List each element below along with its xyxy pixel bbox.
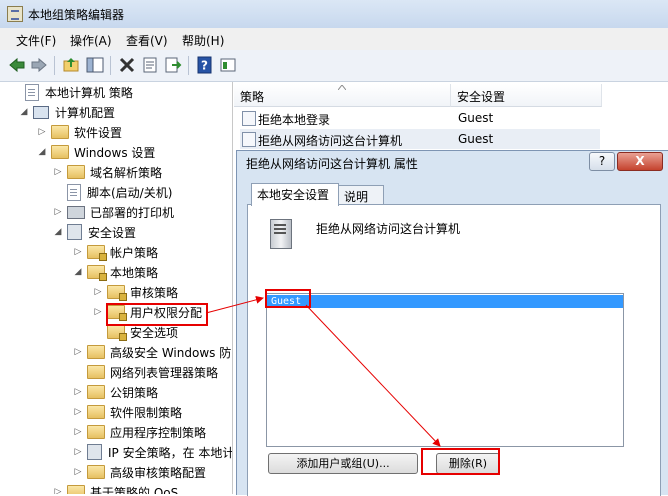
arrow-to-remove [305, 304, 441, 447]
annotation-arrows [205, 295, 441, 447]
arrow-to-guest [205, 295, 264, 314]
tab-local-security-setting[interactable]: 本地安全设置 [251, 183, 339, 206]
